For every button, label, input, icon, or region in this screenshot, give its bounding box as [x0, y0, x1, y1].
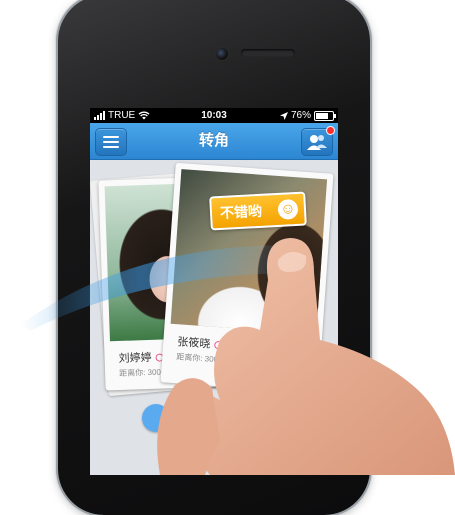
location-arrow-icon [279, 111, 288, 120]
battery-icon [314, 110, 336, 121]
friends-button[interactable] [301, 126, 335, 156]
smiley-icon: ☺ [277, 198, 299, 220]
like-stamp-label: 不错哟 [219, 202, 263, 221]
nav-bar: 转角 [90, 123, 338, 160]
notification-badge [326, 126, 335, 135]
earpiece-speaker [241, 49, 295, 57]
battery-percent: 76% [290, 110, 311, 121]
front-camera [215, 47, 229, 61]
profile-name: 刘婷婷 [118, 351, 152, 366]
finger-hand [157, 238, 455, 475]
status-bar: TRUE 10:03 76% [90, 108, 338, 123]
